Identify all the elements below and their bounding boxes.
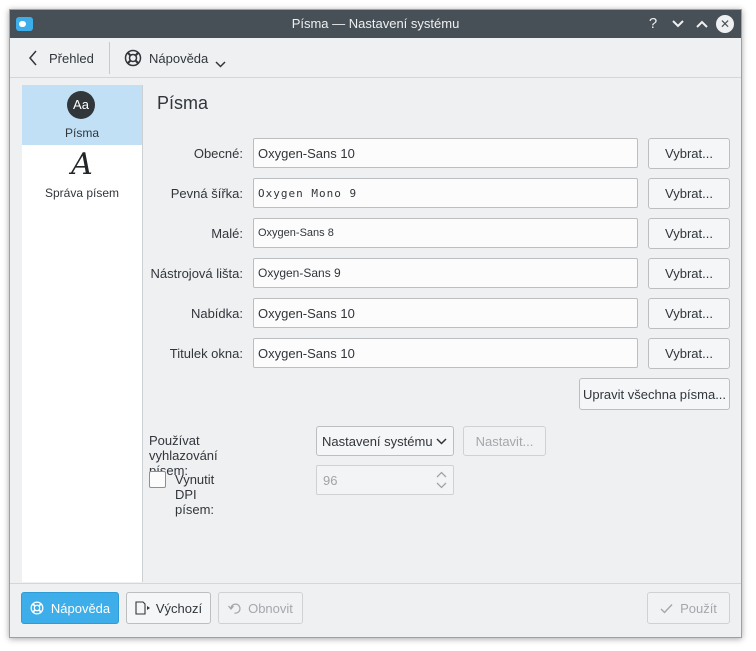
choose-menu-button[interactable]: Vybrat... xyxy=(648,298,730,329)
spin-arrows-icon[interactable] xyxy=(436,470,447,490)
chevron-left-icon xyxy=(29,50,37,66)
choose-window-title-button[interactable]: Vybrat... xyxy=(648,338,730,369)
page-title: Písma xyxy=(157,93,209,113)
document-defaults-icon xyxy=(135,601,150,615)
antialias-selected: Nastavení systému xyxy=(322,433,433,449)
font-field-fixed: Oxygen Mono 9 xyxy=(253,178,638,208)
reset-label: Obnovit xyxy=(248,600,293,616)
choose-general-button[interactable]: Vybrat... xyxy=(648,138,730,169)
font-label-window-title: Titulek okna: xyxy=(169,346,243,361)
footer-divider xyxy=(10,583,741,584)
footer-help-label: Nápověda xyxy=(50,600,111,616)
toolbar: Přehled Nápověda xyxy=(10,38,741,78)
minimize-icon[interactable] xyxy=(668,14,688,34)
font-label-fixed: Pevná šířka: xyxy=(170,186,243,201)
force-dpi-label: Vynutit DPI písem: xyxy=(175,472,215,517)
dpi-spinbox[interactable]: 96 xyxy=(316,465,454,495)
font-field-general: Oxygen-Sans 10 xyxy=(253,138,638,168)
font-label-menu: Nabídka: xyxy=(190,306,243,321)
apply-label: Použít xyxy=(680,600,717,616)
undo-icon xyxy=(228,602,241,614)
check-icon xyxy=(660,603,673,614)
choose-toolbar-button[interactable]: Vybrat... xyxy=(648,258,730,289)
adjust-all-fonts-button[interactable]: Upravit všechna písma... xyxy=(579,378,730,410)
defaults-button[interactable]: Výchozí xyxy=(126,592,211,624)
toolbar-divider xyxy=(10,77,741,78)
font-label-general: Obecné: xyxy=(193,146,243,161)
defaults-label: Výchozí xyxy=(155,600,203,616)
help-icon[interactable]: ? xyxy=(643,14,663,34)
font-label-toolbar: Nástrojová lišta: xyxy=(150,266,243,281)
font-value: Oxygen-Sans 9 xyxy=(258,266,341,280)
choose-fixed-button[interactable]: Vybrat... xyxy=(648,178,730,209)
font-field-small: Oxygen-Sans 8 xyxy=(253,218,638,248)
font-label-small: Malé: xyxy=(211,226,243,241)
settings-window: Písma — Nastavení systému ? ✕ Přehled Ná… xyxy=(9,9,742,638)
chevron-down-icon xyxy=(436,438,447,445)
font-field-toolbar: Oxygen-Sans 9 xyxy=(253,258,638,288)
font-field-window-title: Oxygen-Sans 10 xyxy=(253,338,638,368)
reset-button[interactable]: Obnovit xyxy=(218,592,303,624)
title-bar[interactable]: Písma — Nastavení systému ? ✕ xyxy=(10,10,741,38)
help-menu-label: Nápověda xyxy=(149,50,209,66)
font-value: Oxygen-Sans 8 xyxy=(258,227,334,239)
maximize-icon[interactable] xyxy=(692,14,712,34)
apply-button[interactable]: Použít xyxy=(647,592,730,624)
font-value: Oxygen-Sans 10 xyxy=(258,345,355,361)
lifebuoy-icon xyxy=(30,601,44,615)
antialias-select[interactable]: Nastavení systému xyxy=(316,426,454,456)
sidebar-item-label: Písma xyxy=(64,126,99,140)
sidebar-item-fonts[interactable]: Aa Písma xyxy=(22,85,142,145)
window-title: Písma — Nastavení systému xyxy=(291,16,460,31)
chevron-down-icon xyxy=(215,60,226,68)
back-label: Přehled xyxy=(49,50,94,66)
font-value: Oxygen Mono 9 xyxy=(258,186,358,200)
footer-help-button[interactable]: Nápověda xyxy=(21,592,119,624)
dpi-value: 96 xyxy=(323,472,338,488)
back-button[interactable]: Přehled xyxy=(28,48,94,68)
choose-small-button[interactable]: Vybrat... xyxy=(648,218,730,249)
font-value: Oxygen-Sans 10 xyxy=(258,145,355,161)
fonts-icon: Aa xyxy=(67,91,95,119)
help-menu-button[interactable]: Nápověda xyxy=(124,48,226,68)
font-value: Oxygen-Sans 10 xyxy=(258,305,355,321)
force-dpi-checkbox[interactable] xyxy=(149,471,166,488)
close-icon[interactable]: ✕ xyxy=(716,15,734,33)
toolbar-separator xyxy=(109,42,110,74)
antialias-configure-button[interactable]: Nastavit... xyxy=(463,426,546,456)
lifebuoy-icon xyxy=(124,49,142,67)
font-field-menu: Oxygen-Sans 10 xyxy=(253,298,638,328)
